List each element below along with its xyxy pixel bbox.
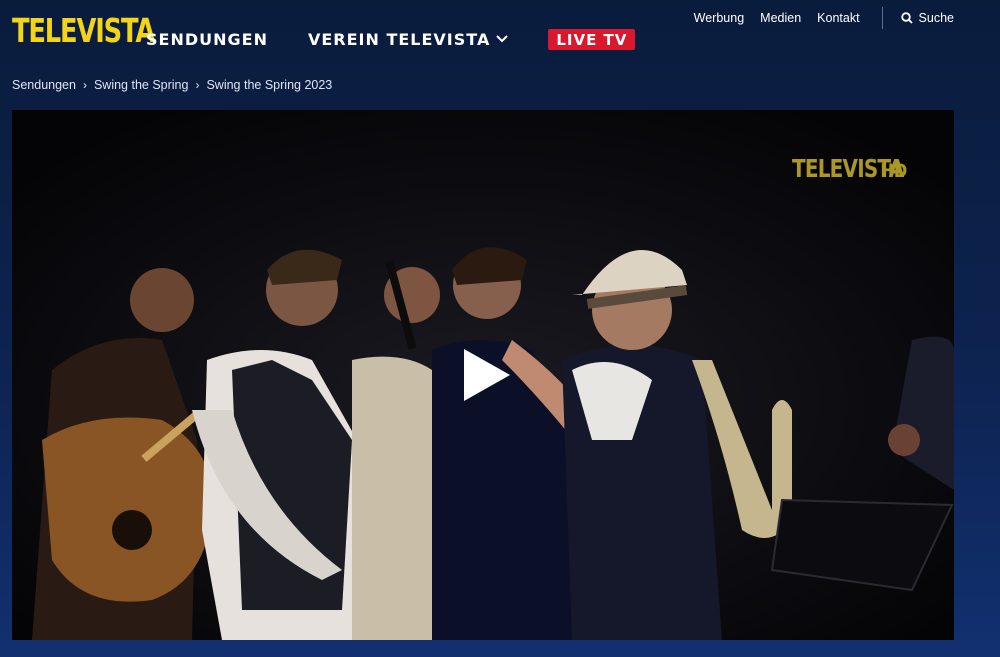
breadcrumb-swing-the-spring[interactable]: Swing the Spring (94, 78, 189, 92)
live-tv-button[interactable]: LIVE TV (548, 29, 636, 50)
nav-verein-televista[interactable]: VEREIN TELEVISTA (307, 30, 509, 49)
top-navigation: Werbung Medien Kontakt Suche (678, 7, 954, 29)
video-player[interactable]: TELEVISTA HD (12, 110, 954, 640)
search-button[interactable]: Suche (900, 11, 954, 25)
nav-sendungen[interactable]: SENDUNGEN (146, 30, 268, 49)
play-icon (464, 349, 510, 401)
nav-divider (881, 7, 883, 29)
link-medien[interactable]: Medien (760, 11, 801, 25)
main-navigation: SENDUNGEN VEREIN TELEVISTA LIVE TV (146, 29, 636, 50)
nav-verein-label: VEREIN TELEVISTA (307, 30, 491, 49)
watermark-logo: TELEVISTA (792, 154, 904, 183)
watermark-hd: HD (880, 160, 908, 182)
search-icon (900, 12, 913, 24)
link-werbung[interactable]: Werbung (694, 11, 745, 25)
chevron-right-icon: › (82, 78, 87, 92)
chevron-right-icon: › (195, 78, 200, 92)
chevron-down-icon (496, 32, 509, 47)
search-label: Suche (918, 11, 954, 25)
breadcrumb: Sendungen › Swing the Spring › Swing the… (12, 78, 332, 92)
link-kontakt[interactable]: Kontakt (817, 11, 859, 25)
breadcrumb-sendungen[interactable]: Sendungen (12, 78, 76, 92)
breadcrumb-swing-the-spring-2023[interactable]: Swing the Spring 2023 (206, 78, 332, 92)
televista-logo[interactable]: TELEVISTA (12, 12, 155, 50)
televista-hd-watermark: TELEVISTA HD (792, 154, 910, 183)
nav-sendungen-label: SENDUNGEN (146, 30, 268, 49)
play-button[interactable] (456, 346, 514, 409)
